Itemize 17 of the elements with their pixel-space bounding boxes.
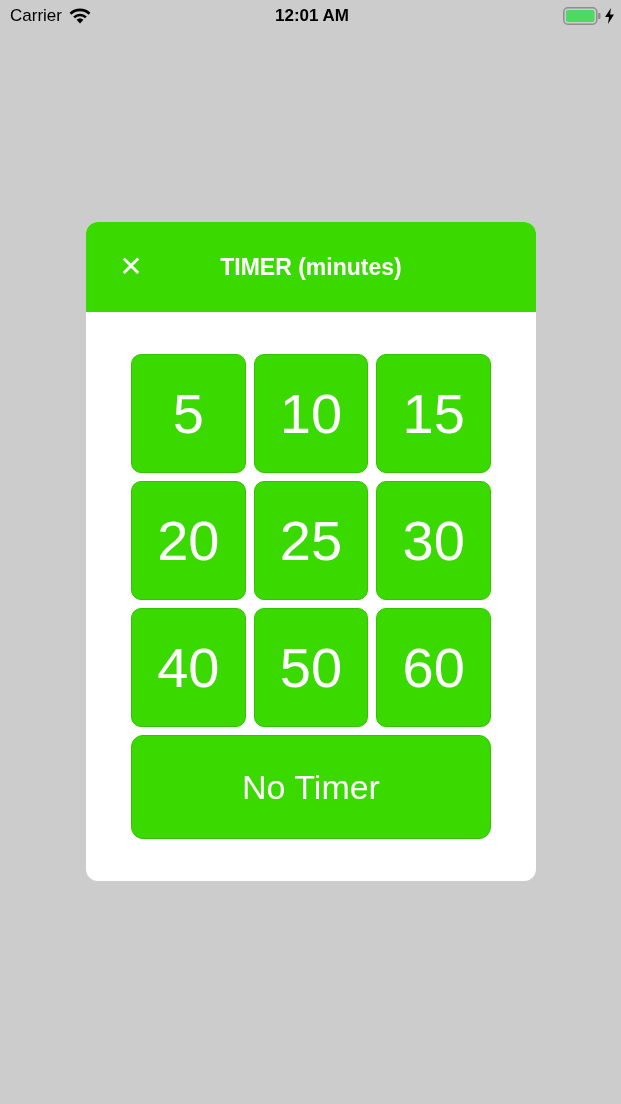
minutes-button[interactable]: 30 xyxy=(376,481,491,600)
minutes-button[interactable]: 15 xyxy=(376,354,491,473)
minutes-button[interactable]: 20 xyxy=(131,481,246,600)
wifi-icon xyxy=(68,8,91,24)
charging-bolt-icon xyxy=(605,8,614,24)
minutes-button[interactable]: 25 xyxy=(253,481,369,600)
minutes-button[interactable]: 40 xyxy=(131,608,246,727)
minutes-button[interactable]: 60 xyxy=(376,608,491,727)
clock-time: 12:01 AM xyxy=(275,6,349,26)
minutes-button[interactable]: 5 xyxy=(131,354,246,473)
minutes-button[interactable]: 50 xyxy=(253,608,369,727)
carrier-label: Carrier xyxy=(10,6,62,26)
close-button[interactable]: ✕ xyxy=(116,252,146,282)
minutes-button[interactable]: 10 xyxy=(253,354,369,473)
battery-icon xyxy=(563,7,601,25)
no-timer-button[interactable]: No Timer xyxy=(131,735,491,839)
dialog-title: TIMER (minutes) xyxy=(219,253,403,281)
